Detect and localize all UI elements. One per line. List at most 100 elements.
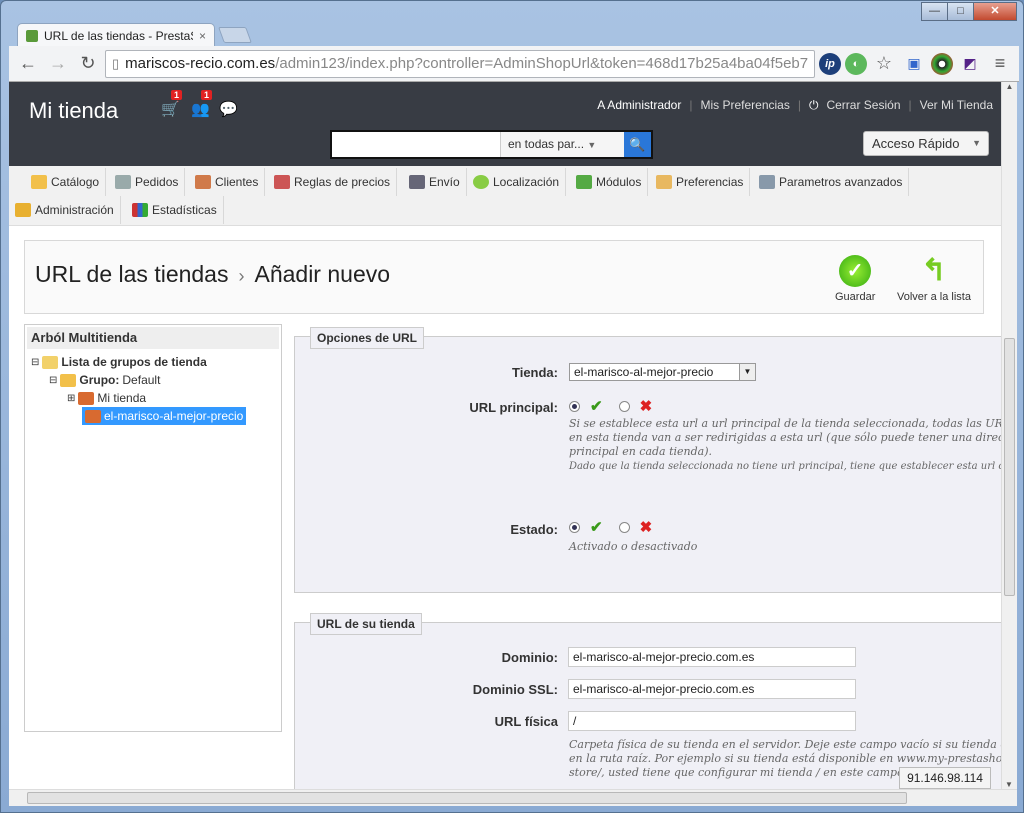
back-icon[interactable]: ← [15, 51, 41, 77]
price-rules-icon [274, 175, 290, 189]
collapse-icon[interactable]: ⊟ [31, 357, 39, 368]
tree-root-label: Lista de grupos de tienda [61, 355, 207, 369]
scroll-up-icon[interactable]: ▲ [1002, 82, 1017, 91]
tool-extension-icon[interactable]: ◩ [957, 51, 983, 77]
breadcrumb-section: URL de las tiendas [35, 261, 229, 287]
shop-select[interactable]: el-marisco-al-mejor-precio ▼ [569, 363, 756, 381]
forward-icon[interactable]: → [45, 51, 71, 77]
tree-shop-1[interactable]: ⊞ Mi tienda [67, 391, 146, 405]
domain-input[interactable]: el-marisco-al-mejor-precio.com.es [568, 647, 856, 667]
logout-link[interactable]: Cerrar Sesión [826, 98, 900, 113]
browser-tab[interactable]: URL de las tiendas - PrestaS × [17, 23, 215, 47]
vertical-scroll-thumb[interactable] [1004, 338, 1015, 596]
leaf-extension-icon[interactable]: ◐ [845, 52, 867, 75]
messages-icon[interactable]: 💬 [219, 100, 238, 118]
horizontal-scrollbar[interactable] [9, 789, 1017, 806]
search-button[interactable]: 🔍 [624, 132, 651, 157]
url-path: /admin123/index.php?controller=AdminShop… [275, 55, 809, 72]
cart-icon[interactable]: 🛒 1 [161, 90, 183, 118]
back-to-list-button[interactable]: ↰ Volver a la lista [897, 255, 971, 304]
new-tab-button[interactable] [218, 27, 252, 43]
customers-icon[interactable]: 👥 1 [191, 90, 213, 118]
multishop-tree: Arból Multitienda ⊟ Lista de grupos de ti… [24, 324, 282, 732]
menu-shipping[interactable]: Envío [403, 168, 467, 196]
menu-statistics[interactable]: Estadísticas [126, 196, 224, 224]
menu-label: Envío [429, 175, 460, 189]
main-url-hint-1: Si se establece esta url a url principal… [569, 417, 1009, 430]
screen-extension-icon[interactable]: ▣ [901, 51, 927, 77]
search-input[interactable] [332, 132, 500, 157]
menu-advanced-params[interactable]: Parametros avanzados [753, 168, 910, 196]
tree-shop-2[interactable]: el-marisco-al-mejor-precio [82, 407, 247, 425]
status-on-radio[interactable] [569, 521, 580, 533]
menu-catalog[interactable]: Catálogo [25, 168, 107, 196]
search-scope-select[interactable]: en todas par... ▼ [500, 132, 624, 157]
breadcrumb: URL de las tiendas › Añadir nuevo [35, 261, 390, 288]
menu-label: Catálogo [51, 175, 100, 189]
minimize-button[interactable]: — [921, 2, 947, 21]
save-button[interactable]: ✓ Guardar [835, 255, 875, 303]
address-bar[interactable]: ▯ mariscos-recio.com.es/admin123/index.p… [105, 49, 815, 78]
url-host: mariscos-recio.com.es [125, 55, 276, 72]
menu-administration[interactable]: Administración [9, 196, 121, 224]
back-label: Volver a la lista [897, 291, 971, 303]
preferences-link[interactable]: Mis Preferencias [700, 98, 789, 113]
view-shop-link[interactable]: Ver Mi Tienda [920, 98, 993, 113]
menu-label: Localización [493, 175, 560, 189]
main-url-yes-radio[interactable] [569, 400, 580, 412]
house-icon [85, 409, 101, 423]
menu-orders[interactable]: Pedidos [109, 168, 186, 196]
cart-icon [115, 175, 131, 189]
quick-access-select[interactable]: Acceso Rápido ▼ [863, 131, 989, 156]
maximize-button[interactable]: □ [947, 2, 973, 21]
menu-customers[interactable]: Clientes [189, 168, 266, 196]
tree-root[interactable]: ⊟ Lista de grupos de tienda [31, 355, 207, 369]
tab-close-icon[interactable]: × [199, 29, 206, 43]
search-form: en todas par... ▼ 🔍 [330, 130, 653, 159]
toolbar-box: URL de las tiendas › Añadir nuevo ✓ Guarda… [24, 240, 984, 314]
reload-icon[interactable]: ↻ [75, 51, 101, 77]
status-label: Estado: [510, 522, 558, 537]
menu-label: Reglas de precios [294, 175, 391, 189]
collapse-icon[interactable]: ⊟ [49, 375, 57, 386]
vertical-scrollbar[interactable]: ▲ ▼ [1001, 82, 1017, 789]
check-circle-icon: ✓ [839, 255, 872, 287]
close-window-button[interactable]: ✕ [973, 2, 1017, 21]
shop-name[interactable]: Mi tienda [29, 98, 118, 124]
physical-url-input[interactable]: / [568, 711, 856, 731]
menu-label: Módulos [596, 175, 642, 189]
color-extension-icon[interactable] [931, 52, 953, 75]
main-url-hint-4: Dado que la tienda seleccionada no tiene… [569, 461, 1009, 472]
shop-label: Tienda: [512, 365, 558, 380]
menu-label: Pedidos [135, 175, 179, 189]
chevron-down-icon: ▼ [587, 140, 597, 150]
status-off-radio[interactable] [618, 521, 630, 533]
physical-url-hint-3: store/, usted tiene que configurar mi ti… [569, 766, 907, 779]
horizontal-scroll-thumb[interactable] [27, 792, 907, 804]
status-radio-group: ✔ ✖ [569, 518, 652, 536]
open-folder-icon [60, 373, 77, 387]
ssl-domain-input[interactable]: el-marisco-al-mejor-precio.com.es [568, 679, 856, 699]
tree-title: Arból Multitienda [27, 327, 279, 349]
menu-localization[interactable]: Localización [467, 168, 567, 196]
menu-price-rules[interactable]: Reglas de precios [268, 168, 398, 196]
main-url-no-radio[interactable] [618, 400, 630, 412]
tree-group[interactable]: ⊟ Grupo: Default [49, 373, 160, 387]
separator: | [797, 98, 801, 112]
tab-title: URL de las tiendas - PrestaS [44, 28, 193, 43]
customers-badge: 1 [201, 90, 213, 100]
shop-url-fieldset: URL de su tienda Dominio: el-marisco-al-… [294, 613, 1009, 789]
folder-icon [42, 355, 59, 369]
bookmark-star-icon[interactable]: ☆ [871, 51, 897, 77]
puzzle-icon [576, 175, 592, 189]
menu-icon[interactable]: ≡ [987, 51, 1013, 77]
menu-preferences[interactable]: Preferencias [650, 168, 751, 196]
scroll-down-icon[interactable]: ▼ [1002, 780, 1016, 789]
shop-url-legend: URL de su tienda [310, 613, 422, 635]
cross-icon: ✖ [639, 519, 653, 536]
menu-modules[interactable]: Módulos [570, 168, 649, 196]
physical-url-hint-2: en la ruta raíz. Por ejemplo si su tiend… [569, 752, 1003, 765]
tree-shop-2-label: el-marisco-al-mejor-precio [104, 409, 244, 423]
ip-extension-icon[interactable]: ip [819, 52, 841, 75]
expand-icon[interactable]: ⊞ [67, 393, 75, 404]
